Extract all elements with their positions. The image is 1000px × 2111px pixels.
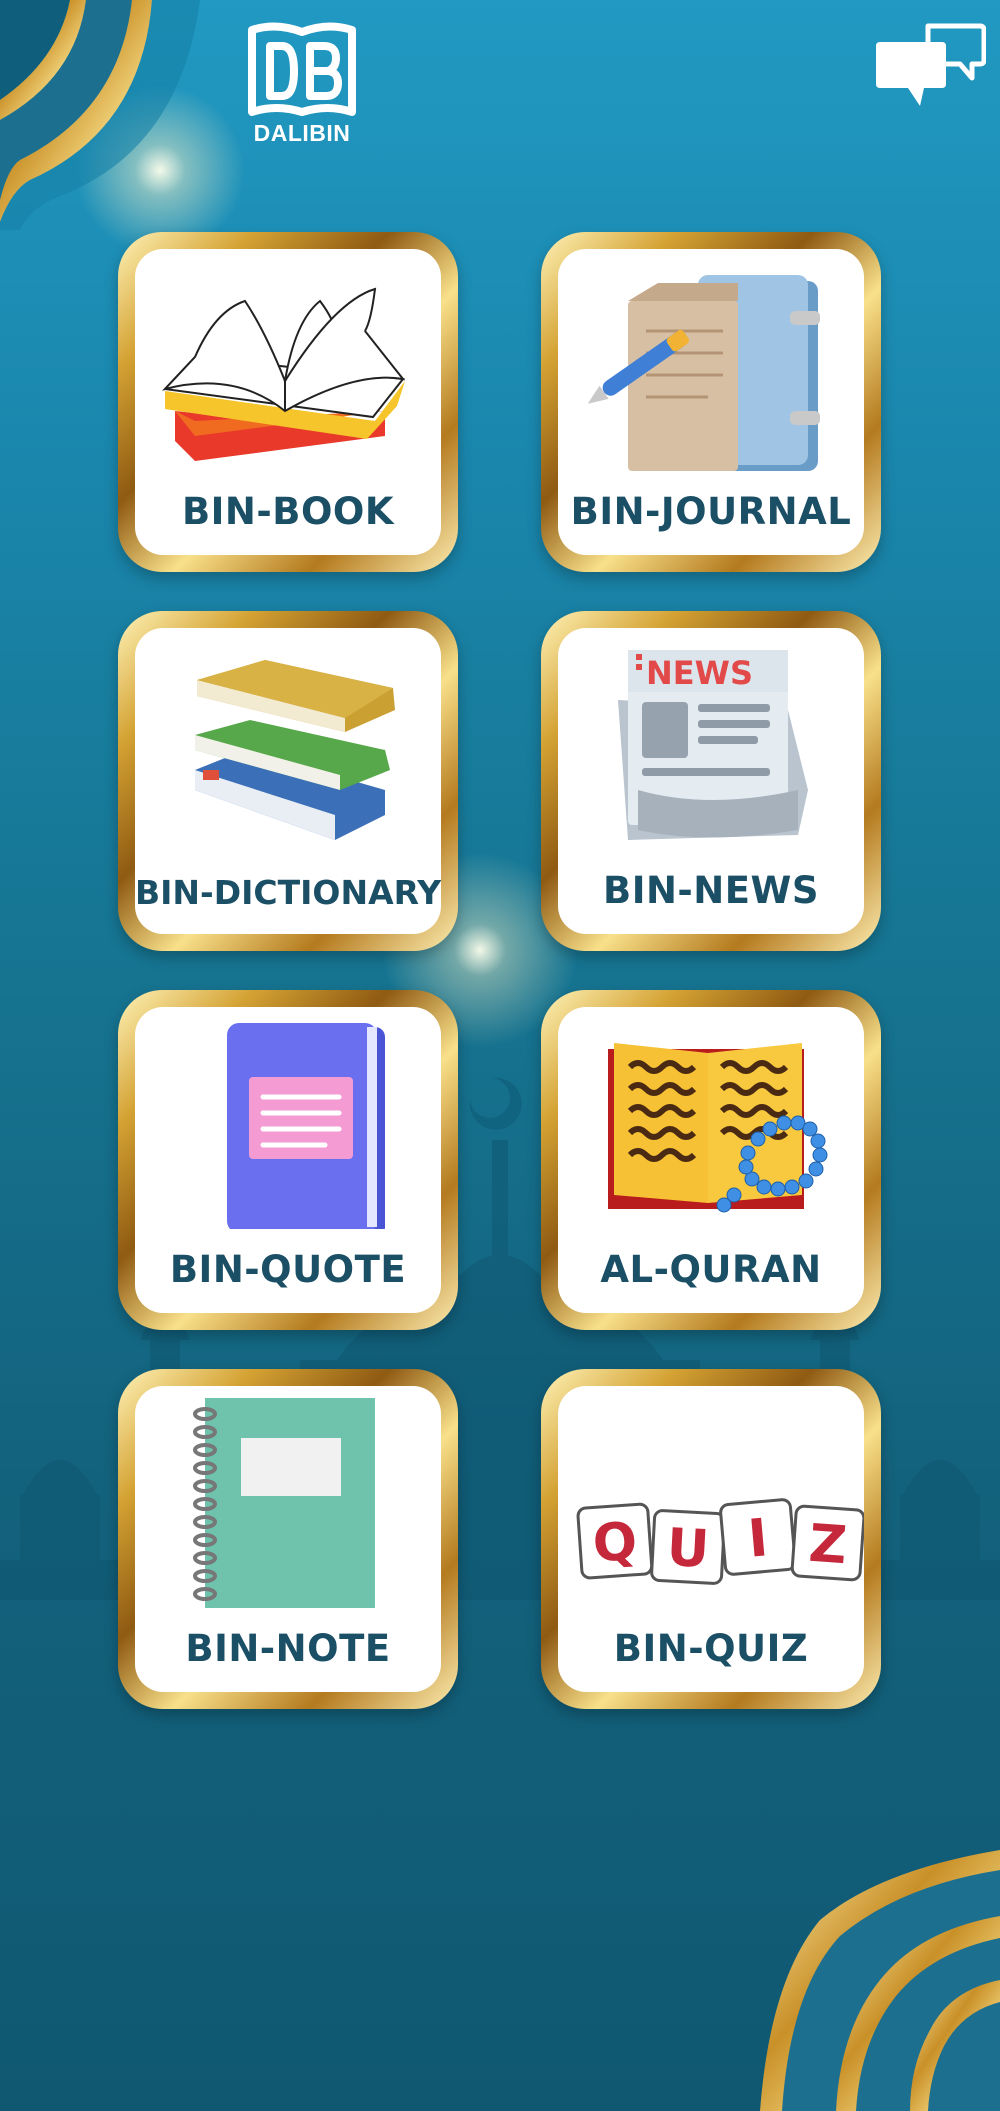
gold-arch-corner-bottom-right [760, 1850, 1000, 2111]
journal-notebook-icon [558, 261, 864, 471]
quran-prayer-beads-icon [558, 1019, 864, 1229]
tile-card: BIN-DICTIONARY [135, 628, 441, 934]
gold-arch-corner-top-left [0, 0, 200, 230]
quiz-tiles-icon: Q U I Z [558, 1398, 864, 1608]
tile-card: BIN-QUOTE [135, 1007, 441, 1313]
al-quran-tile[interactable]: AL-QURAN [541, 990, 881, 1330]
tile-card: NEWS BIN-NEWS [558, 628, 864, 934]
bin-note-tile[interactable]: BIN-NOTE [118, 1369, 458, 1709]
bin-news-label: BIN-NEWS [603, 869, 819, 912]
dalibin-logo: DALIBIN [246, 20, 358, 150]
bin-dictionary-label: BIN-DICTIONARY [135, 873, 441, 912]
al-quran-label: AL-QURAN [600, 1248, 822, 1291]
bin-quote-tile[interactable]: BIN-QUOTE [118, 990, 458, 1330]
quote-book-icon [135, 1019, 441, 1237]
bin-book-tile[interactable]: BIN-BOOK [118, 232, 458, 572]
bin-news-tile[interactable]: NEWS BIN-NEWS [541, 611, 881, 951]
tile-card: BIN-JOURNAL [558, 249, 864, 555]
stacked-books-icon [135, 640, 441, 850]
tile-card: AL-QURAN [558, 1007, 864, 1313]
logo-text: DALIBIN [253, 120, 351, 146]
newspaper-icon: NEWS [558, 640, 864, 850]
bin-quiz-label: BIN-QUIZ [613, 1627, 809, 1670]
spiral-notebook-icon [135, 1398, 441, 1616]
chat-button[interactable] [876, 22, 987, 112]
quiz-letter-u: U [665, 1518, 710, 1580]
bin-dictionary-tile[interactable]: BIN-DICTIONARY [118, 611, 458, 951]
bin-book-label: BIN-BOOK [181, 490, 395, 533]
tile-card: BIN-NOTE [135, 1386, 441, 1692]
bin-quiz-tile[interactable]: Q U I Z BIN-QUIZ [541, 1369, 881, 1709]
bin-note-label: BIN-NOTE [185, 1627, 391, 1670]
tile-card: Q U I Z BIN-QUIZ [558, 1386, 864, 1692]
tile-card: BIN-BOOK [135, 249, 441, 555]
bin-journal-label: BIN-JOURNAL [570, 490, 852, 533]
open-book-icon [135, 261, 441, 471]
news-headline-text: NEWS [646, 654, 753, 692]
bin-journal-tile[interactable]: BIN-JOURNAL [541, 232, 881, 572]
bin-quote-label: BIN-QUOTE [169, 1248, 407, 1291]
dalibin-book-logo-icon [248, 22, 356, 116]
quiz-letter-q: Q [591, 1512, 639, 1575]
chat-bubbles-icon [876, 23, 987, 106]
quiz-letter-z: Z [807, 1514, 849, 1576]
